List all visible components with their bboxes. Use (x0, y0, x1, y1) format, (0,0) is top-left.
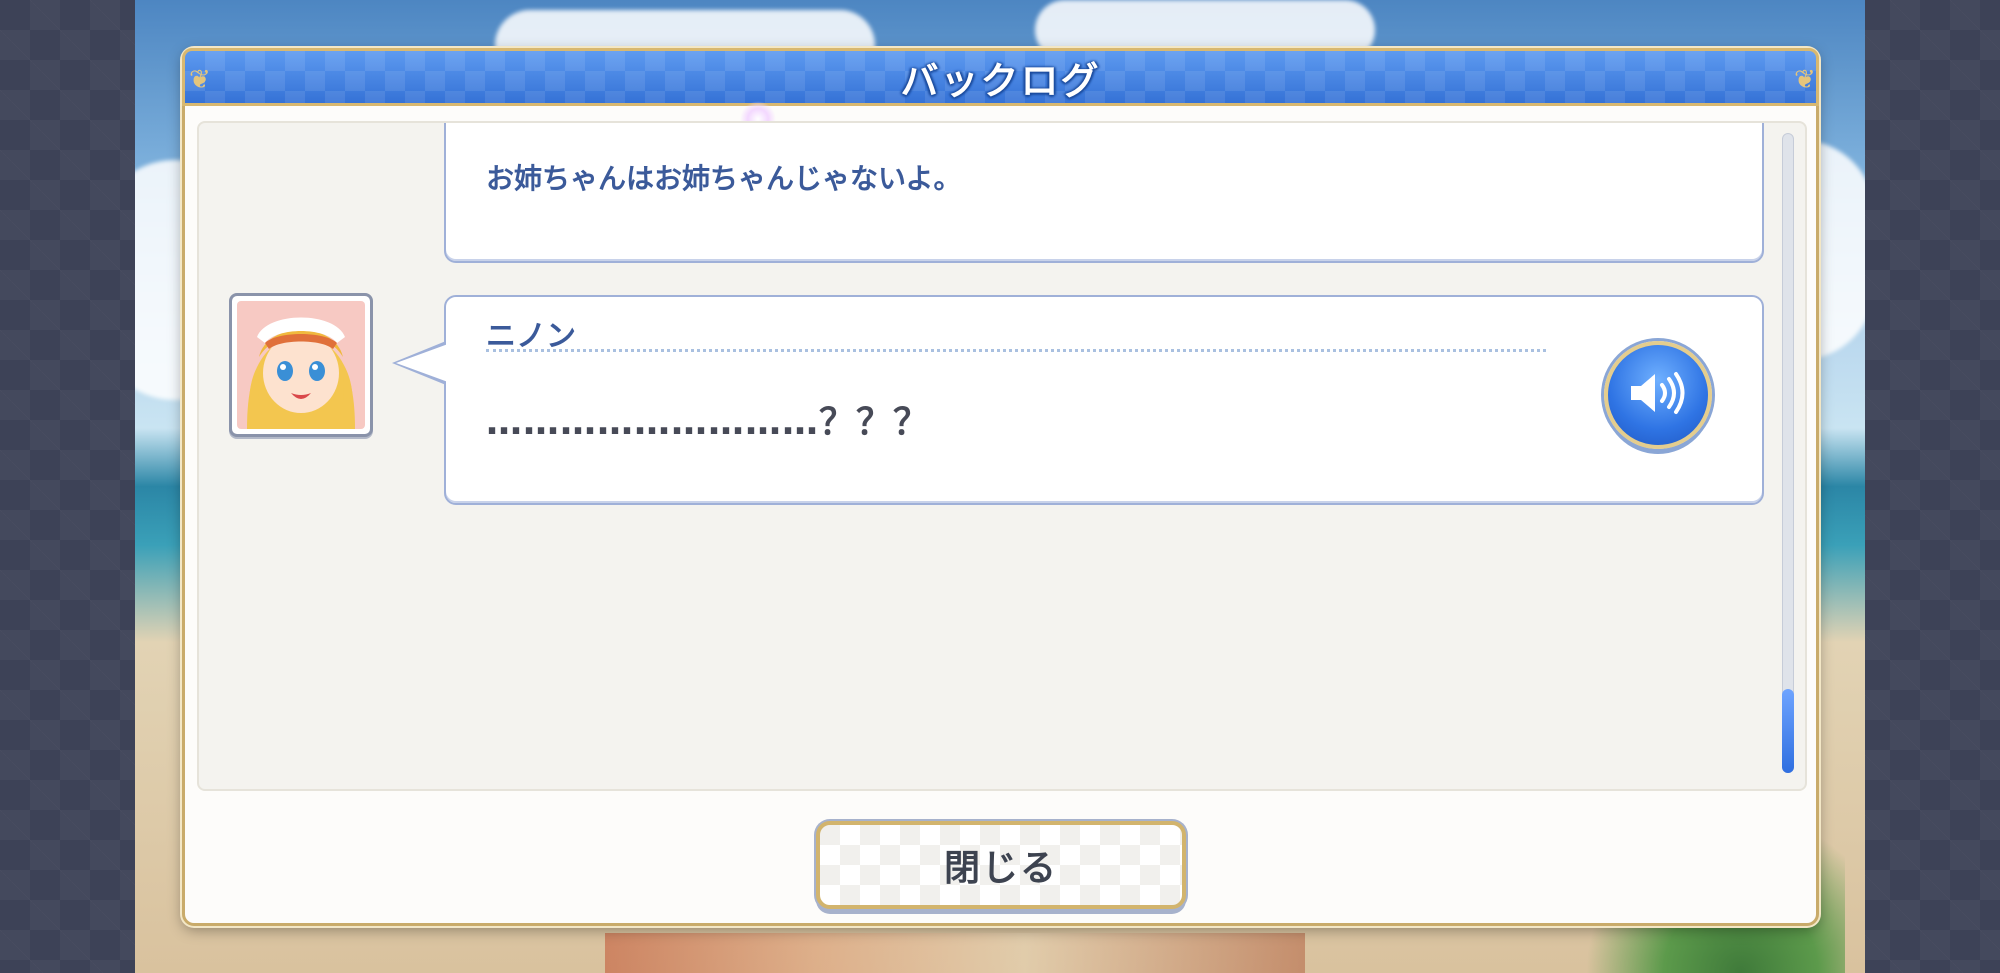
close-button[interactable]: 閉じる (816, 821, 1186, 909)
speaker-volume-icon (1627, 369, 1689, 421)
scrollbar-thumb[interactable] (1782, 689, 1794, 773)
ornament-icon: ❦ (189, 65, 211, 95)
log-entry: ニノン ………………………？？？ (392, 295, 1764, 505)
character-portrait-icon (237, 301, 365, 429)
close-button-label: 閉じる (943, 848, 1058, 889)
speech-bubble-tail (396, 344, 448, 382)
log-entry: お姉ちゃんはお姉ちゃんじゃないよ。 (444, 123, 1764, 263)
log-entry-text: お姉ちゃんはお姉ちゃんじゃないよ。 (486, 162, 962, 195)
avatar (229, 293, 373, 437)
beach-decoration (605, 933, 1305, 973)
backlog-scrollbar[interactable] (1782, 133, 1794, 773)
dialog-title: バックログ (900, 58, 1101, 103)
name-divider (486, 349, 1546, 352)
dialog-title-bar: ❦ バックログ ❦ (182, 48, 1819, 106)
log-entry-text: ………………………？？？ (486, 402, 931, 443)
backlog-list[interactable]: お姉ちゃんはお姉ちゃんじゃないよ。 ニノン ………………………？？？ (197, 121, 1807, 791)
voice-replay-button[interactable] (1604, 341, 1712, 449)
backlog-dialog: ❦ バックログ ❦ お姉ちゃんはお姉ちゃんじゃないよ。 ニノン ……………………… (182, 48, 1819, 926)
ornament-icon: ❦ (1794, 65, 1816, 95)
